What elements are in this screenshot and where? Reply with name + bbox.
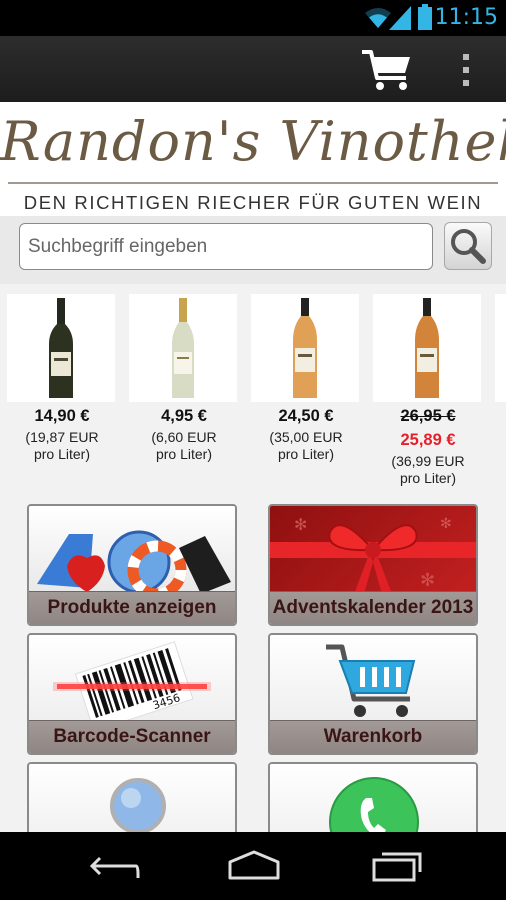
tile-label: Produkte anzeigen: [29, 591, 235, 624]
advent-calendar-tile[interactable]: ✻ ✻ ✻ Adventskalender 2013: [268, 504, 478, 626]
unit-price-value: (6,60 EUR: [151, 429, 217, 445]
status-bar: 11:15: [0, 0, 506, 36]
shopping-cart-icon: [270, 635, 476, 723]
product-price: 14,90 €: [34, 407, 90, 425]
product-image: [129, 294, 237, 402]
search-bar: [0, 216, 506, 284]
product-card[interactable]: 14,90 € (19,87 EUR pro Liter): [7, 294, 117, 463]
logo-divider: [8, 182, 498, 184]
gift-bow-icon: ✻ ✻ ✻: [270, 506, 476, 594]
svg-text:✻: ✻: [420, 570, 435, 591]
svg-text:✻: ✻: [440, 516, 452, 532]
wine-bottle-icon: [172, 298, 194, 398]
cart-button[interactable]: [360, 46, 416, 94]
wine-bottle-icon: [415, 298, 439, 398]
recent-apps-icon: [372, 852, 422, 882]
product-sale-price: 25,89 €: [400, 431, 456, 449]
unit-price-value: (35,00 EUR: [269, 429, 343, 445]
logo-title: Randon's Vinothek: [0, 110, 506, 173]
cart-tile[interactable]: Warenkorb: [268, 633, 478, 755]
product-carousel[interactable]: 14,90 € (19,87 EUR pro Liter) 4,95 € (6,…: [0, 284, 506, 494]
tile-label: Barcode-Scanner: [29, 720, 235, 753]
products-icon: [29, 506, 235, 600]
recent-apps-button[interactable]: [364, 846, 428, 886]
product-unit-price: (36,99 EUR pro Liter): [373, 453, 483, 487]
svg-text:✻: ✻: [294, 515, 307, 534]
navigation-bar: [0, 832, 506, 900]
product-unit-price: (6,60 EUR pro Liter): [129, 429, 239, 463]
status-time: 11:15: [434, 5, 498, 30]
logo-tagline: DEN RICHTIGEN RIECHER FÜR GUTEN WEIN: [23, 192, 483, 213]
product-image: [7, 294, 115, 402]
wine-bottle-icon: [49, 298, 73, 398]
product-unit-price: (35,00 EUR pro Liter): [251, 429, 361, 463]
overflow-menu-button[interactable]: [452, 46, 480, 94]
barcode-icon: 3456: [29, 635, 235, 732]
product-image: [251, 294, 359, 402]
search-icon: [451, 229, 486, 264]
product-image: [373, 294, 481, 402]
tile-label: Adventskalender 2013: [270, 591, 476, 624]
logo-banner: Randon's Vinothek DEN RICHTIGEN RIECHER …: [0, 102, 506, 216]
home-icon: [228, 850, 280, 880]
cart-icon: [362, 50, 410, 90]
unit-price-label: pro Liter): [33, 446, 91, 462]
barcode-scanner-tile[interactable]: 3456 Barcode-Scanner: [27, 633, 237, 755]
action-bar: [0, 36, 506, 102]
product-image: [495, 294, 506, 402]
more-vert-icon: [463, 54, 469, 86]
product-card[interactable]: [495, 294, 506, 402]
product-price: 24,50 €: [278, 407, 334, 425]
product-card[interactable]: 24,50 € (35,00 EUR pro Liter): [251, 294, 361, 463]
wifi-icon: [365, 8, 391, 28]
home-button[interactable]: [222, 846, 286, 886]
tile-label: Warenkorb: [270, 720, 476, 753]
back-icon: [89, 856, 140, 878]
unit-price-value: (19,87 EUR: [25, 429, 99, 445]
search-input[interactable]: [19, 223, 433, 270]
product-unit-price: (19,87 EUR pro Liter): [7, 429, 117, 463]
back-button[interactable]: [80, 846, 144, 886]
product-card[interactable]: 26,95 € 25,89 € (36,99 EUR pro Liter): [373, 294, 483, 487]
signal-icon: [389, 6, 411, 30]
wine-bottle-icon: [293, 298, 317, 398]
product-card[interactable]: 4,95 € (6,60 EUR pro Liter): [129, 294, 239, 463]
products-tile[interactable]: Produkte anzeigen: [27, 504, 237, 626]
unit-price-label: pro Liter): [277, 446, 335, 462]
unit-price-value: (36,99 EUR: [391, 453, 465, 469]
product-old-price: 26,95 €: [400, 407, 456, 425]
unit-price-label: pro Liter): [155, 446, 213, 462]
search-button[interactable]: [444, 222, 492, 270]
battery-icon: [418, 4, 432, 30]
unit-price-label: pro Liter): [399, 470, 457, 486]
product-price: 4,95 €: [161, 407, 207, 425]
